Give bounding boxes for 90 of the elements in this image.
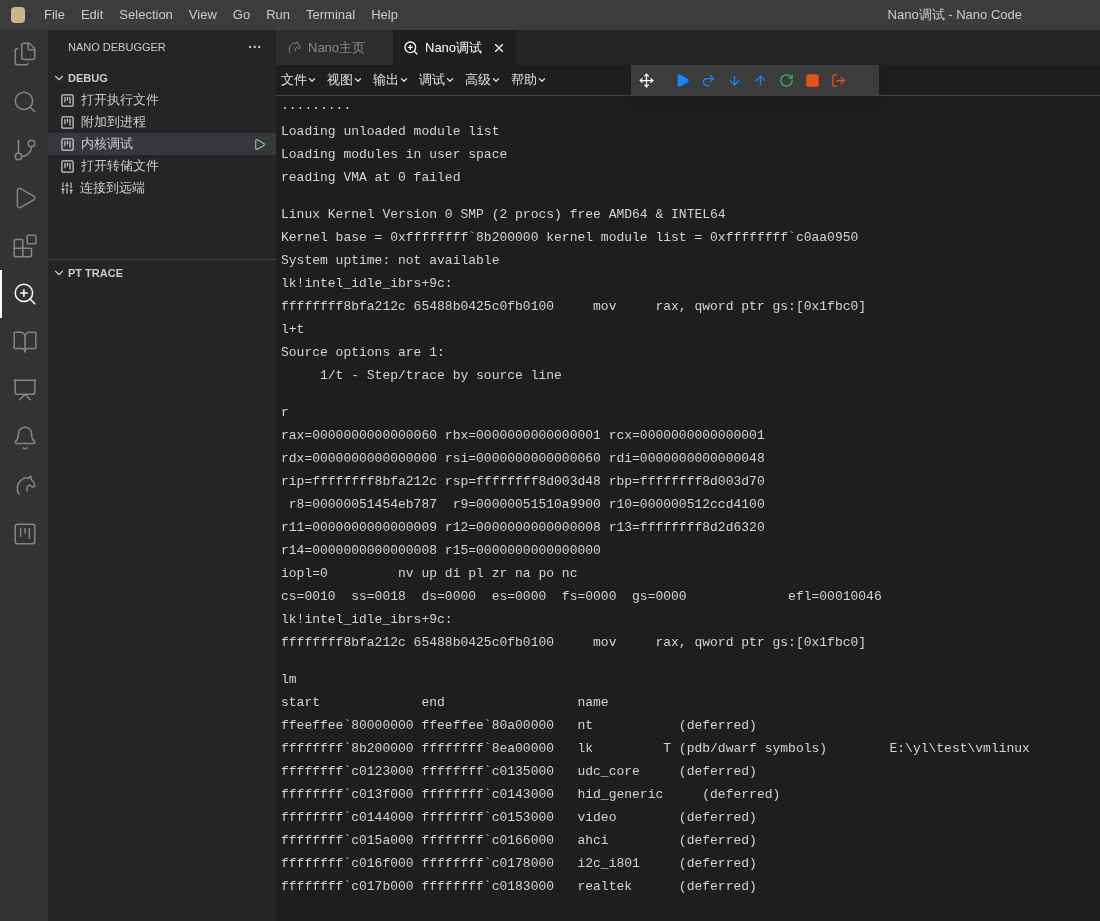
menu-item[interactable]: Selection <box>111 5 181 25</box>
sidebar-item[interactable]: 附加到进程 <box>48 111 276 133</box>
caret-icon <box>537 75 547 85</box>
console-line: ffffffff`8b200000 ffffffff`8ea00000 lk T (pdb/dwarf symbols) E:\yl\test\vmlinux <box>281 740 1030 758</box>
disconnect-icon[interactable] <box>831 72 846 88</box>
magnifier-icon <box>12 281 38 307</box>
sidebar-item[interactable]: 连接到远端 <box>48 177 276 199</box>
presenter-icon <box>12 377 38 403</box>
section-header[interactable]: DEBUG <box>68 69 108 87</box>
console-line: start end name <box>281 694 609 712</box>
kanban-icon <box>12 521 38 547</box>
menu-item[interactable]: File <box>36 5 73 25</box>
console-line: ffffffff`c017b000 ffffffff`c0183000 realtek (deferred) <box>281 878 757 896</box>
editor-tab[interactable]: Nano调试 <box>393 30 517 65</box>
console-line: iopl=0 nv up di pl zr na po nc <box>281 565 578 583</box>
console-line: r8=00000051454eb787 r9=00000051510a9900 r10=000000512ccd4100 <box>287 496 765 514</box>
menu-item[interactable]: Go <box>224 5 259 25</box>
search-icon <box>12 89 38 115</box>
console-line: 1/t - Step/trace by source line <box>319 367 562 385</box>
console-line: ffffffff`c015a000 ffffffff`c0166000 ahci (deferred) <box>281 832 757 850</box>
section-header[interactable]: PT TRACE <box>68 264 123 282</box>
console-line: r <box>281 404 289 422</box>
tool-menu-item[interactable]: 高级 <box>464 70 502 90</box>
drag-handle-icon[interactable] <box>639 72 654 88</box>
tool-menu-item[interactable]: 视图 <box>326 70 364 90</box>
console-line: lk!intel_idle_ibrs+9c: <box>281 275 453 293</box>
console-line: Source options are 1: <box>281 344 445 362</box>
extensions-icon <box>12 233 38 259</box>
kanban-icon <box>60 114 75 130</box>
continue-icon[interactable] <box>675 72 690 88</box>
console-line: System uptime: not available <box>281 252 500 270</box>
step-into-icon[interactable] <box>727 72 742 88</box>
tool-menu-item[interactable]: 帮助 <box>510 70 548 90</box>
sidebar-item[interactable]: 打开转储文件 <box>48 155 276 177</box>
caret-icon <box>399 75 409 85</box>
caret-icon <box>307 75 317 85</box>
console-line: l+t <box>281 321 305 339</box>
console-line: ffffffff`c016f000 ffffffff`c0178000 i2c_i801 (deferred) <box>281 855 757 873</box>
tool-menu-item[interactable]: 调试 <box>418 70 456 90</box>
tool-menu-item[interactable]: 文件 <box>280 70 318 90</box>
console-line: Kernel base = 0xffffffff`8b200000 kernel module list = 0xffffffff`c0aa0950 <box>281 229 859 247</box>
sliders-icon <box>60 181 74 195</box>
kanban-icon <box>60 158 75 174</box>
editor-tab[interactable]: Nano主页 <box>276 30 393 65</box>
book-icon <box>12 329 38 355</box>
console-line: r14=0000000000000008 r15=0000000000000000 <box>281 542 601 560</box>
console-line: lk!intel_idle_ibrs+9c: <box>281 611 453 629</box>
console-line: Linux Kernel Version 0 SMP (2 procs) free AMD64 & INTEL64 <box>281 206 726 224</box>
console-line: cs=0010 ss=0018 ds=0000 es=0000 fs=0000 gs=0000 efl=00010046 <box>281 588 882 606</box>
kanban-icon <box>60 92 75 108</box>
console-line: ffffffff`c0123000 ffffffff`c0135000 udc_core (deferred) <box>281 763 757 781</box>
play-icon[interactable] <box>253 137 266 151</box>
bell-icon <box>12 425 38 451</box>
console-line: reading VMA at 0 failed <box>281 169 461 187</box>
console-line: rip=ffffffff8bfa212c rsp=ffffffff8d003d48 rbp=ffffffff8d003d70 <box>281 473 765 491</box>
caret-icon <box>491 75 501 85</box>
menu-item[interactable]: Run <box>258 5 298 25</box>
console-line: r11=0000000000000009 r12=0000000000000008 r13=ffffffff8d2d6320 <box>281 519 765 537</box>
stop-icon[interactable] <box>805 72 820 88</box>
kanban-icon <box>60 136 75 152</box>
console-line: Loading unloaded module list <box>281 123 500 141</box>
step-out-icon[interactable] <box>753 72 768 88</box>
sidebar-item[interactable]: 打开执行文件 <box>48 89 276 111</box>
caret-icon <box>445 75 455 85</box>
step-over-icon[interactable] <box>701 72 716 88</box>
console-line: ffffffff8bfa212c 65488b0425c0fb0100 mov rax, qword ptr gs:[0x1fbc0] <box>281 634 867 652</box>
console-line: ffffffff8bfa212c 65488b0425c0fb0100 mov rax, qword ptr gs:[0x1fbc0] <box>281 298 867 316</box>
console-line: lm <box>281 671 297 689</box>
magnifier-icon <box>403 39 419 56</box>
console-line: Loading modules in user space <box>281 146 508 164</box>
caret-icon <box>353 75 363 85</box>
console-line: ffffffff`c0144000 ffffffff`c0153000 video (deferred) <box>281 809 757 827</box>
menu-item[interactable]: Terminal <box>298 5 364 25</box>
tool-menu-item[interactable]: 输出 <box>372 70 410 90</box>
console-line: ffeeffee`80000000 ffeeffee`80a00000 nt (deferred) <box>281 717 757 735</box>
window-title: Nano调试 - Nano Code <box>887 6 1022 25</box>
branch-icon <box>12 137 38 163</box>
console-line: ffffffff`c013f000 ffffffff`c0143000 hid_generic (deferred) <box>281 786 781 804</box>
app-logo-icon <box>11 7 25 23</box>
restart-icon[interactable] <box>779 72 794 88</box>
menu-item[interactable]: Edit <box>72 5 112 25</box>
menu-item[interactable]: View <box>180 5 225 25</box>
files-icon <box>12 41 38 67</box>
console-line: ········· <box>281 100 352 118</box>
console-line: rax=0000000000000060 rbx=0000000000000001 rcx=0000000000000001 <box>281 427 765 445</box>
console-line: rdx=0000000000000000 rsi=0000000000000060 rdi=0000000000000048 <box>281 450 765 468</box>
menu-item[interactable]: Help <box>363 5 406 25</box>
sidebar-title: NANO DEBUGGER <box>68 40 166 56</box>
sidebar-item[interactable]: 内核调试 <box>48 133 276 155</box>
more-actions-button[interactable]: ··· <box>248 37 262 58</box>
